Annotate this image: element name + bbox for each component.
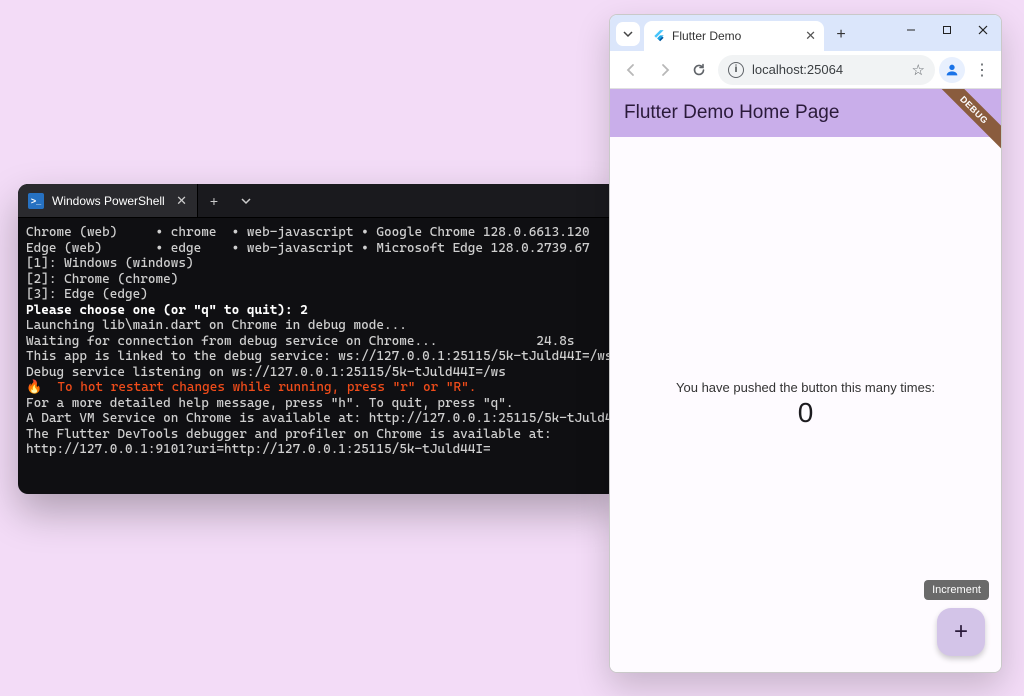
terminal-line: This app is linked to the debug service:… <box>26 349 610 365</box>
terminal-line: The Flutter DevTools debugger and profil… <box>26 427 610 443</box>
terminal-line: Edge (web) • edge • web-javascript • Mic… <box>26 241 610 257</box>
chrome-tabstrip: Flutter Demo ✕ + <box>610 15 1001 51</box>
terminal-tab-menu[interactable] <box>230 184 262 217</box>
maximize-button[interactable] <box>929 15 965 45</box>
counter-value: 0 <box>798 397 814 429</box>
terminal-tabstrip: >_ Windows PowerShell ✕ + <box>18 184 618 218</box>
site-info-icon[interactable]: i <box>728 62 744 78</box>
powershell-window: >_ Windows PowerShell ✕ + Chrome (web) •… <box>18 184 618 494</box>
profile-button[interactable] <box>939 57 965 83</box>
forward-button[interactable] <box>650 55 680 85</box>
terminal-new-tab[interactable]: + <box>198 184 230 217</box>
close-icon[interactable]: ✕ <box>176 193 187 209</box>
terminal-line: Please choose one (or "q" to quit): 2 <box>26 303 610 319</box>
new-tab-button[interactable]: + <box>828 22 854 48</box>
terminal-line: Waiting for connection from debug servic… <box>26 334 610 350</box>
browser-tab-title: Flutter Demo <box>672 29 741 43</box>
url-text: localhost:25064 <box>752 62 843 77</box>
plus-icon: + <box>954 618 968 646</box>
flutter-appbar: Flutter Demo Home Page <box>610 89 1001 137</box>
terminal-line: Debug service listening on ws://127.0.0.… <box>26 365 610 381</box>
chrome-window: Flutter Demo ✕ + i localhost:25064 ☆ ⋮ <box>609 14 1002 673</box>
bookmark-icon[interactable]: ☆ <box>912 61 925 79</box>
terminal-line: [2]: Chrome (chrome) <box>26 272 610 288</box>
terminal-line: Launching lib\main.dart on Chrome in deb… <box>26 318 610 334</box>
appbar-title: Flutter Demo Home Page <box>624 102 839 124</box>
window-controls <box>893 15 1001 47</box>
menu-button[interactable]: ⋮ <box>969 57 995 83</box>
terminal-line: For a more detailed help message, press … <box>26 396 610 412</box>
flutter-icon <box>652 29 666 43</box>
back-button[interactable] <box>616 55 646 85</box>
terminal-line: Chrome (web) • chrome • web-javascript •… <box>26 225 610 241</box>
flutter-page: Flutter Demo Home Page DEBUG You have pu… <box>610 89 1001 672</box>
terminal-tab-powershell[interactable]: >_ Windows PowerShell ✕ <box>18 184 198 217</box>
close-icon[interactable]: ✕ <box>805 28 816 44</box>
increment-fab[interactable]: + <box>937 608 985 656</box>
powershell-icon: >_ <box>28 193 44 209</box>
terminal-line: A Dart VM Service on Chrome is available… <box>26 411 610 427</box>
terminal-tab-title: Windows PowerShell <box>52 194 165 208</box>
browser-toolbar: i localhost:25064 ☆ ⋮ <box>610 51 1001 89</box>
tab-search-button[interactable] <box>616 22 640 46</box>
terminal-line: 🔥 To hot restart changes while running, … <box>26 380 610 396</box>
terminal-line: [1]: Windows (windows) <box>26 256 610 272</box>
reload-button[interactable] <box>684 55 714 85</box>
terminal-line: http://127.0.0.1:9101?uri=http://127.0.0… <box>26 442 610 458</box>
close-button[interactable] <box>965 15 1001 45</box>
browser-tab-flutter[interactable]: Flutter Demo ✕ <box>644 21 824 51</box>
terminal-output[interactable]: Chrome (web) • chrome • web-javascript •… <box>18 218 618 465</box>
terminal-line: [3]: Edge (edge) <box>26 287 610 303</box>
counter-caption: You have pushed the button this many tim… <box>676 380 935 395</box>
minimize-button[interactable] <box>893 15 929 45</box>
address-bar[interactable]: i localhost:25064 ☆ <box>718 55 935 85</box>
fab-tooltip: Increment <box>924 580 989 600</box>
